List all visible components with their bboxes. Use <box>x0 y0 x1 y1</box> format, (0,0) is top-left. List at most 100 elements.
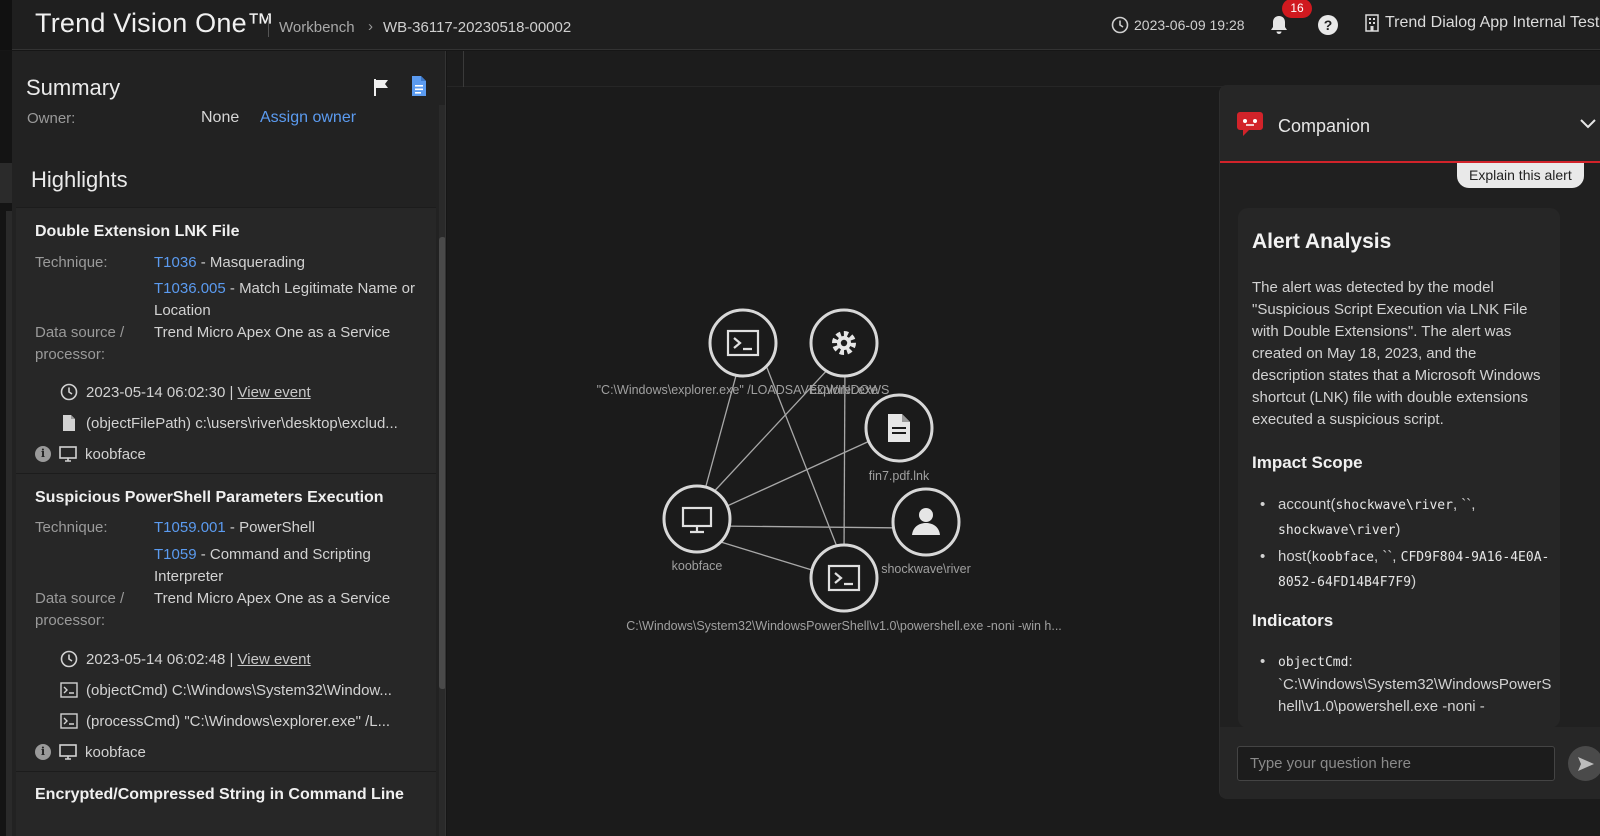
indicators-heading: Indicators <box>1252 611 1334 630</box>
report-document-icon[interactable] <box>410 75 428 97</box>
analysis-text: The alert was detected by the model "Sus… <box>1252 279 1541 428</box>
explain-alert-button[interactable]: Explain this alert <box>1457 163 1584 188</box>
technique-label: Technique: <box>35 519 108 536</box>
companion-header[interactable]: Companion <box>1220 85 1600 163</box>
help-icon[interactable]: ? <box>1318 15 1338 35</box>
file-icon <box>60 414 78 432</box>
question-input[interactable] <box>1237 746 1555 781</box>
data-source-label: Data source / processor: <box>35 590 125 629</box>
app-title[interactable]: Trend Vision One™ <box>35 8 274 39</box>
data-source-value: Trend Micro Apex One as a Service <box>154 590 391 607</box>
notification-count-badge: 16 <box>1282 0 1312 18</box>
graph-node-label: koobface <box>672 559 723 573</box>
graph-toolbar <box>447 51 1600 87</box>
companion-panel: Companion Explain this alert Alert Analy… <box>1219 85 1600 799</box>
chevron-down-icon[interactable] <box>1580 119 1596 129</box>
event-timestamp: 2023-05-14 06:02:48 | <box>86 650 238 668</box>
graph-node-label: fin7.pdf.lnk <box>869 469 930 483</box>
assign-owner-link[interactable]: Assign owner <box>260 109 356 127</box>
monitor-icon <box>59 744 77 760</box>
technique-item: T1036 - Masquerading <box>154 252 424 274</box>
send-button[interactable] <box>1568 746 1600 781</box>
gear-icon <box>832 331 856 355</box>
technique-name: - Masquerading <box>196 254 305 271</box>
data-source-label: Data source / processor: <box>35 324 125 363</box>
summary-title: Summary <box>26 75 121 100</box>
view-event-link[interactable]: View event <box>238 651 311 668</box>
host-name: koobface <box>85 743 146 761</box>
evidence-row[interactable]: (objectCmd) C:\Windows\System32\Window..… <box>60 681 392 699</box>
companion-chat-icon <box>1237 112 1263 136</box>
graph-node[interactable]: shockwave\river <box>881 487 971 576</box>
highlight-card: Suspicious PowerShell Parameters Executi… <box>16 473 436 771</box>
graph-node-label: C:\Windows\System32\WindowsPowerShell\v1… <box>626 619 1062 633</box>
companion-title: Companion <box>1278 116 1371 136</box>
tenant-name: Trend Dialog App Internal Test <box>1385 14 1600 31</box>
technique-id-link[interactable]: T1059 <box>154 546 197 563</box>
top-bar: Trend Vision One™ Workbench › WB-36117-2… <box>0 0 1600 50</box>
owner-label: Owner: <box>27 110 76 127</box>
title-separator <box>268 15 269 37</box>
companion-input-bar <box>1220 727 1600 799</box>
data-source-value: Trend Micro Apex One as a Service <box>154 324 391 341</box>
summary-panel: Summary Owner: None Assign owner Highlig… <box>12 51 446 836</box>
tenant-selector[interactable]: Trend Dialog App Internal Test <box>1365 14 1599 32</box>
host-name: koobface <box>85 445 146 463</box>
event-time-row: 2023-05-14 06:02:30 | View event <box>60 383 311 401</box>
owner-value: None <box>201 109 240 126</box>
breadcrumb-workbench[interactable]: Workbench <box>279 19 355 36</box>
graph-node[interactable]: explorer.exe <box>809 308 879 397</box>
navigation-rail <box>0 51 12 836</box>
highlights-title: Highlights <box>31 167 128 192</box>
terminal-icon <box>60 681 78 699</box>
host-row[interactable]: i koobface <box>35 743 146 761</box>
flag-icon[interactable] <box>372 77 392 97</box>
technique-id-link[interactable]: T1036.005 <box>154 280 226 297</box>
info-icon[interactable]: i <box>35 446 51 462</box>
graph-node-label: explorer.exe <box>810 383 878 397</box>
highlight-card-title: Suspicious PowerShell Parameters Executi… <box>35 489 384 506</box>
evidence-row[interactable]: (objectFilePath) c:\users\river\desktop\… <box>60 414 398 432</box>
host-row[interactable]: i koobface <box>35 445 146 463</box>
clock-icon <box>1111 16 1129 34</box>
monitor-icon <box>59 446 77 462</box>
graph-node[interactable]: koobface <box>662 484 732 573</box>
impact-account-item: account(shockwave\river, ``, shockwave\r… <box>1252 493 1552 543</box>
evidence-text: (objectFilePath) c:\users\river\desktop\… <box>86 414 398 432</box>
evidence-row[interactable]: (processCmd) "C:\Windows\explorer.exe" /… <box>60 712 390 730</box>
technique-id-link[interactable]: T1036 <box>154 254 197 271</box>
summary-scrollbar-thumb[interactable] <box>439 237 445 689</box>
highlight-card: Encrypted/Compressed String in Command L… <box>16 771 436 836</box>
technique-name: - PowerShell <box>225 519 315 536</box>
rail-handle[interactable] <box>0 163 12 203</box>
evidence-text: (processCmd) "C:\Windows\explorer.exe" /… <box>86 712 391 730</box>
building-icon <box>1365 14 1379 32</box>
toolbar-divider <box>463 51 464 87</box>
graph-node[interactable]: fin7.pdf.lnk <box>864 393 934 483</box>
technique-item: T1036.005 - Match Legitimate Name or Loc… <box>154 278 424 322</box>
highlight-card-title: Double Extension LNK File <box>35 223 240 240</box>
highlight-card: Double Extension LNK File Technique: T10… <box>16 207 436 473</box>
evidence-text: (objectCmd) C:\Windows\System32\Window..… <box>86 681 392 699</box>
datetime-text: 2023-06-09 19:28 <box>1134 17 1245 33</box>
technique-item: T1059.001 - PowerShell <box>154 517 424 539</box>
technique-item: T1059 - Command and Scripting Interprete… <box>154 544 424 588</box>
highlight-card-title: Encrypted/Compressed String in Command L… <box>35 786 404 803</box>
alert-analysis-card: Alert Analysis The alert was detected by… <box>1238 208 1560 728</box>
graph-node-label: shockwave\river <box>881 562 971 576</box>
analysis-title: Alert Analysis <box>1252 230 1392 253</box>
event-timestamp: 2023-05-14 06:02:30 | <box>86 383 238 401</box>
impact-host-item: host(koobface, ``, CFD9F804-9A16-4E0A-80… <box>1252 545 1552 595</box>
view-event-link[interactable]: View event <box>238 384 311 401</box>
breadcrumb-separator: › <box>368 18 373 35</box>
technique-id-link[interactable]: T1059.001 <box>154 519 226 536</box>
info-icon[interactable]: i <box>35 744 51 760</box>
notification-bell-icon[interactable] <box>1268 14 1290 36</box>
breadcrumb-workbench-id: WB-36117-20230518-00002 <box>383 19 572 36</box>
event-time-row: 2023-05-14 06:02:48 | View event <box>60 650 311 668</box>
send-icon <box>1577 756 1594 771</box>
top-bar-accent <box>0 0 12 50</box>
terminal-icon <box>60 712 78 730</box>
clock-icon <box>60 650 78 668</box>
indicator-item: objectCmd:`C:\Windows\System32\WindowsPo… <box>1252 651 1552 718</box>
